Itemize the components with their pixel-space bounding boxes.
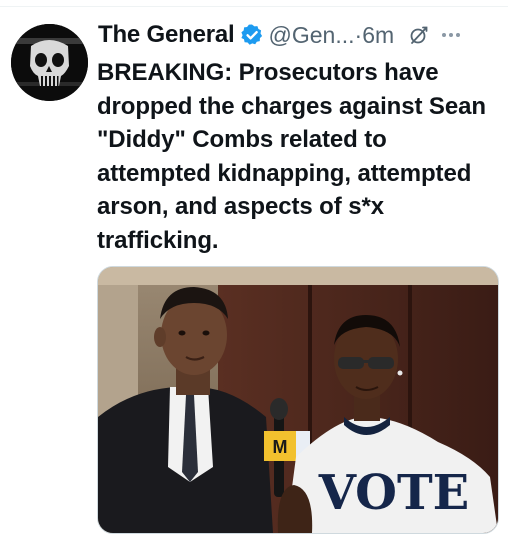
photo-image: M VOTE: [98, 267, 498, 533]
avatar[interactable]: [11, 24, 88, 101]
tweet-text: BREAKING: Prosecutors have dropped the c…: [97, 59, 486, 254]
verified-icon: [240, 23, 264, 47]
punisher-skull-icon: [11, 24, 88, 101]
tweet-header: The General @Gen... · 6m: [98, 18, 498, 52]
separator-dot: ·: [354, 21, 363, 48]
grok-icon[interactable]: [408, 24, 430, 46]
shirt-text: VOTE: [318, 465, 470, 521]
top-divider: [0, 0, 508, 7]
tweet-timestamp[interactable]: 6m: [362, 22, 394, 49]
more-options-icon[interactable]: [442, 33, 461, 37]
author-handle[interactable]: @Gen...: [269, 22, 355, 49]
mic-flag-letter: M: [273, 437, 288, 457]
author-name[interactable]: The General: [98, 21, 235, 49]
tweet-media-photo[interactable]: M VOTE: [97, 266, 499, 534]
